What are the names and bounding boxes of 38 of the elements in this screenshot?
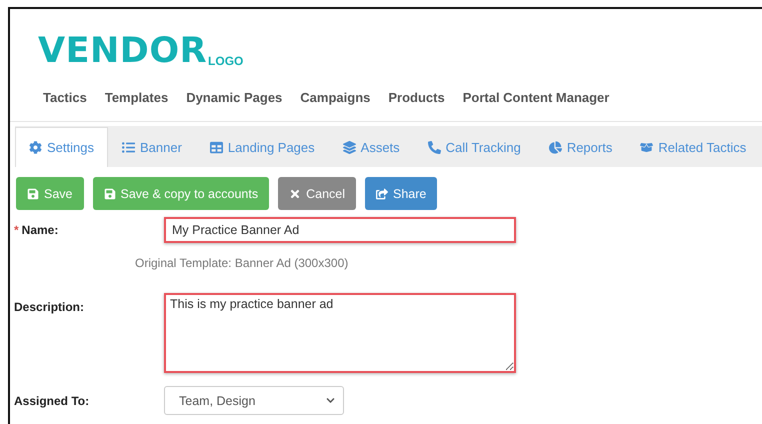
action-button[interactable]: Save & copy to accounts [92, 177, 270, 210]
close-icon [289, 188, 302, 200]
box-icon [640, 141, 654, 154]
assignee-select[interactable]: Team, Design [164, 386, 344, 415]
nav-link[interactable]: Portal Content Manager [454, 90, 618, 104]
description-field[interactable]: This is my practice banner ad [164, 293, 516, 373]
action-button[interactable]: Cancel [278, 177, 356, 210]
chevron-down-icon [326, 396, 335, 405]
logo-suffix: LOGO [208, 55, 244, 67]
tab[interactable]: Call Tracking [414, 127, 535, 167]
nav-link[interactable]: Tactics [34, 90, 96, 104]
nav-link[interactable]: Campaigns [291, 90, 380, 104]
field-label: Assigned To: [14, 394, 90, 408]
nav-link[interactable]: Dynamic Pages [177, 90, 292, 104]
share-icon [376, 188, 388, 200]
list-icon [122, 141, 135, 154]
floppy-icon [27, 188, 39, 200]
action-button[interactable]: Save [16, 177, 84, 210]
tab[interactable]: Assets [328, 127, 414, 167]
field-label: * Name: [14, 223, 60, 237]
table-icon [210, 141, 223, 154]
gear-icon [29, 141, 42, 154]
tab[interactable]: Settings [15, 127, 108, 167]
tab[interactable]: Reports [534, 127, 626, 167]
nav-link[interactable]: Products [379, 90, 454, 104]
nav-link[interactable]: Templates [96, 90, 178, 104]
template-note: Original Template: Banner Ad (300x300) [134, 256, 350, 270]
phone-icon [428, 141, 441, 154]
name-field[interactable]: My Practice Banner Ad [164, 217, 516, 243]
tab[interactable]: Banner [108, 127, 196, 167]
tab[interactable]: Landing Pages [196, 127, 329, 167]
pie-chart-icon [548, 141, 562, 154]
field-label: Description: [14, 299, 86, 314]
layers-icon [342, 141, 356, 154]
action-button[interactable]: Share [365, 177, 438, 210]
tab[interactable]: Related Tactics [626, 127, 760, 167]
logo-wordmark: VENDOR [38, 34, 208, 69]
floppy-icon [104, 188, 116, 200]
